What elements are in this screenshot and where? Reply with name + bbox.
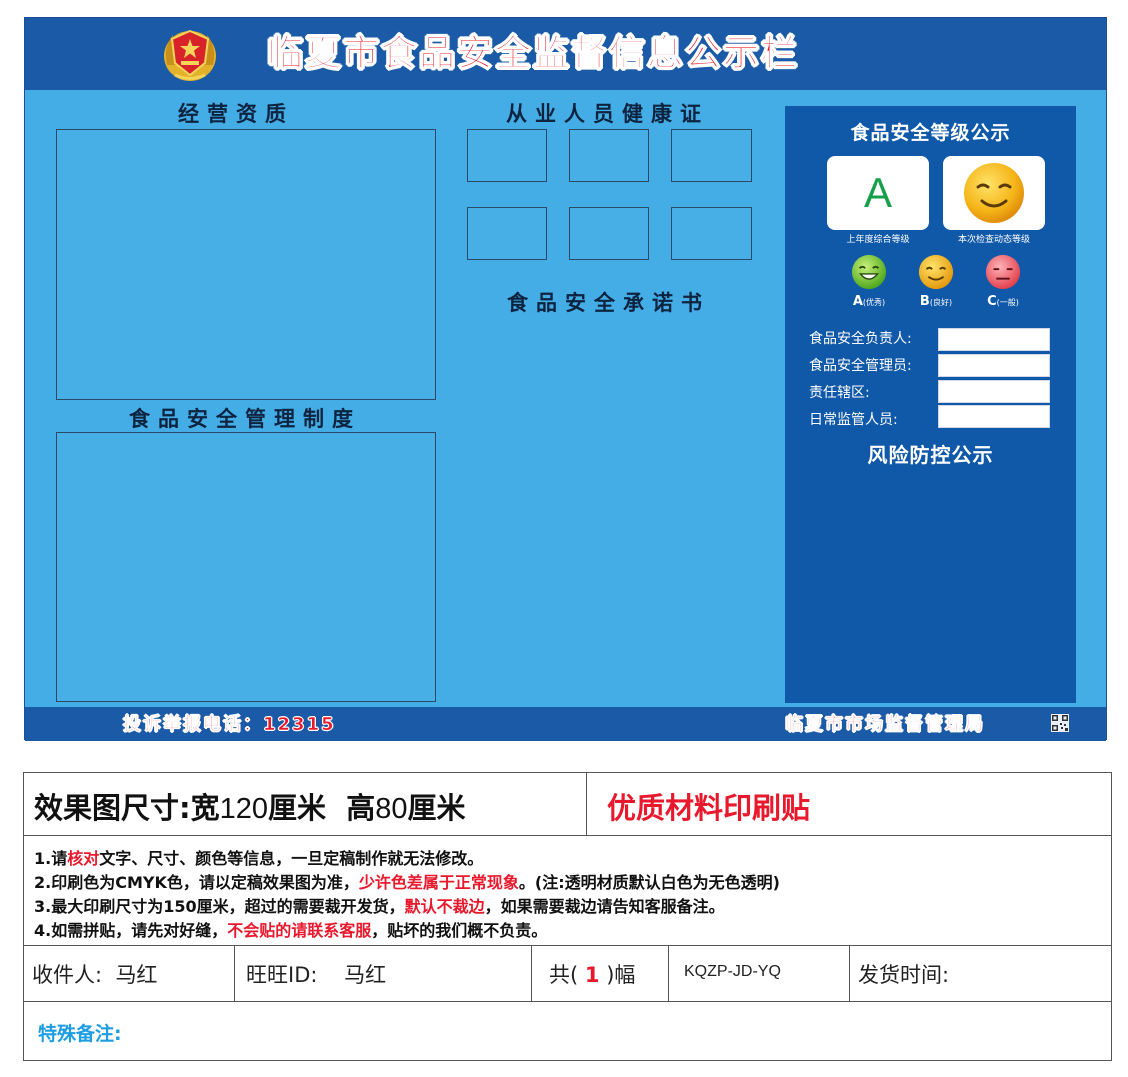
grade-a-laughing-face-icon xyxy=(851,254,887,290)
recipient-cell: 收件人: 马红 xyxy=(32,963,158,987)
field-label-safety-manager: 食品安全管理员: xyxy=(809,358,912,374)
table-divider xyxy=(586,773,587,835)
section-label-business-qualification: 经营资质 xyxy=(178,102,294,126)
caption-dynamic-grade: 本次检查动态等级 xyxy=(957,235,1030,245)
note-line-4: 4.如需拼贴，请先对好缝，不会贴的请联系客服，贴坏的我们概不负责。 xyxy=(34,921,548,940)
table-divider xyxy=(24,945,1111,946)
board-footer: 投诉举报电话：12315 临夏市市场监督管理局 xyxy=(25,707,1106,741)
bureau-name: 临夏市市场监督管理局 xyxy=(785,714,985,736)
field-label-safety-leader: 食品安全负责人: xyxy=(809,331,912,347)
health-cert-slot xyxy=(569,129,649,182)
order-code: KQZP-JD-YQ xyxy=(684,963,781,980)
health-cert-slot xyxy=(569,207,649,260)
health-cert-slot xyxy=(671,207,752,260)
board-header: 临夏市食品安全监督信息公示栏 xyxy=(25,18,1106,90)
grade-letter: A xyxy=(863,169,892,216)
table-divider xyxy=(24,835,1111,836)
food-safety-grade-panel: 食品安全等级公示 A 上年度综合等级 本次检查动态等级 A(优秀) B(良好) … xyxy=(785,106,1076,703)
note-line-2: 2.印刷色为CMYK色，请以定稿效果图为准，少许色差属于正常现象。(注:透明材质… xyxy=(34,873,780,892)
material-label: 优质材料印刷贴 xyxy=(607,791,811,825)
grade-card: A xyxy=(827,156,929,230)
field-label-supervisor: 日常监管人员: xyxy=(809,412,898,428)
note-line-3: 3.最大印刷尺寸为150厘米，超过的需要裁开发货，默认不裁边，如果需要裁边请告知… xyxy=(34,897,725,916)
field-box-safety-manager xyxy=(938,354,1050,377)
section-label-safety-commitment: 食品安全承诺书 xyxy=(507,291,710,315)
board-title: 临夏市食品安全监督信息公示栏 xyxy=(266,33,800,75)
info-board: 临夏市食品安全监督信息公示栏 经营资质 食品安全管理制度 从业人员健康证 食品安… xyxy=(24,17,1107,741)
table-divider xyxy=(234,945,235,1001)
special-remark-label: 特殊备注: xyxy=(38,1023,122,1045)
dynamic-grade-card xyxy=(943,156,1045,230)
section-label-health-certificate: 从业人员健康证 xyxy=(506,102,709,126)
management-system-frame xyxy=(56,432,436,702)
field-box-supervisor xyxy=(938,405,1050,428)
section-label-management-system: 食品安全管理制度 xyxy=(129,407,361,431)
order-info-table: 效果图尺寸:宽120厘米 高80厘米 优质材料印刷贴 1.请核对文字、尺寸、颜色… xyxy=(23,772,1112,1061)
field-box-jurisdiction xyxy=(938,380,1050,403)
complaint-hotline: 投诉举报电话：12315 xyxy=(123,714,336,736)
table-divider xyxy=(24,1001,1111,1002)
count-cell: 共( 1 )幅 xyxy=(549,963,636,987)
grade-c-neutral-face-icon xyxy=(985,254,1021,290)
wangwang-cell: 旺旺ID: 马红 xyxy=(246,963,387,987)
ship-time-cell: 发货时间: xyxy=(858,963,950,987)
caption-last-year-grade: 上年度综合等级 xyxy=(846,235,910,245)
note-line-1: 1.请核对文字、尺寸、颜色等信息，一旦定稿制作就无法修改。 xyxy=(34,849,484,868)
field-box-safety-leader xyxy=(938,328,1050,351)
panel-title: 食品安全等级公示 xyxy=(850,122,1011,144)
table-divider xyxy=(849,945,850,1001)
field-label-jurisdiction: 责任辖区: xyxy=(809,385,870,401)
grade-b-smiling-face-icon xyxy=(918,254,954,290)
business-qualification-frame xyxy=(56,129,436,400)
health-cert-slot xyxy=(467,129,547,182)
smiley-face-icon xyxy=(964,163,1024,223)
risk-control-title: 风险防控公示 xyxy=(867,443,994,467)
effect-size-spec: 效果图尺寸:宽120厘米 高80厘米 xyxy=(34,791,466,825)
market-supervision-emblem-icon xyxy=(164,29,216,81)
table-divider xyxy=(531,945,532,1001)
health-cert-slot xyxy=(671,129,752,182)
level-c-label: C(一般) xyxy=(987,294,1019,309)
health-cert-slot xyxy=(467,207,547,260)
table-divider xyxy=(668,945,669,1001)
qr-code-icon xyxy=(1051,714,1069,732)
